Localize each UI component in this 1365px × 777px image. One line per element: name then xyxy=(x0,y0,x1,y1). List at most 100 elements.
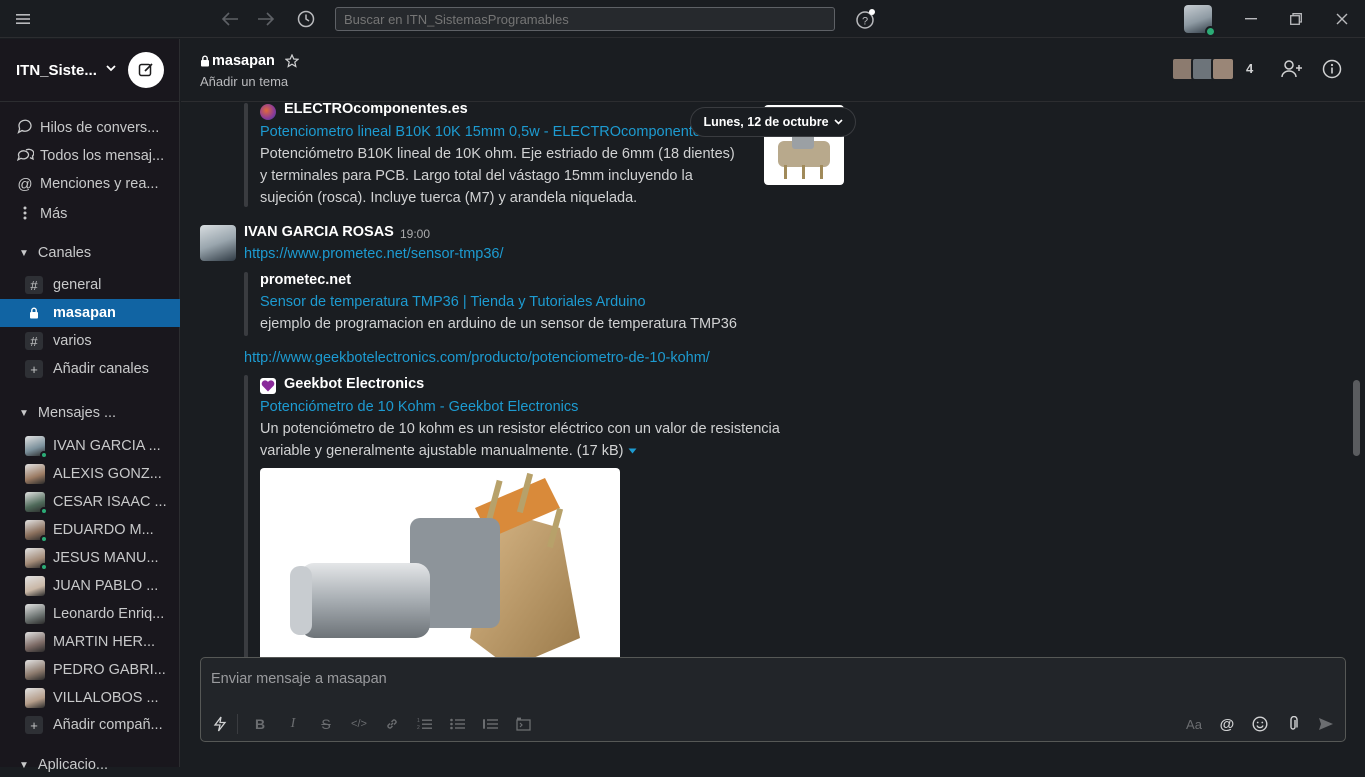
channel-header: masapan Añadir un tema 4 xyxy=(181,39,1365,102)
dm-item[interactable]: MARTIN HER... xyxy=(0,628,180,656)
info-icon[interactable] xyxy=(1322,59,1344,81)
avatar xyxy=(25,492,48,515)
dm-item-label: PEDRO GABRI... xyxy=(53,662,166,678)
mentions-icon: @ xyxy=(17,175,33,193)
hamburger-icon[interactable] xyxy=(14,11,32,27)
lock-icon xyxy=(25,304,43,322)
add-people-icon[interactable] xyxy=(1281,59,1305,81)
avatar xyxy=(25,688,45,708)
workspace-name[interactable]: ITN_Siste... xyxy=(16,62,97,79)
sidebar-item-all-dms[interactable]: Todos los mensaj... xyxy=(0,143,180,169)
avatar xyxy=(25,604,45,624)
help-icon[interactable]: ? xyxy=(853,8,877,30)
dm-item[interactable]: EDUARDO M... xyxy=(0,516,180,544)
svg-text:1: 1 xyxy=(417,718,420,724)
hash-icon: # xyxy=(25,332,43,350)
sidebar-item-label: Añadir compañ... xyxy=(53,717,163,733)
sidebar-item-more[interactable]: Más xyxy=(0,201,180,227)
attachment-title-link[interactable]: Potenciometro lineal B10K 10K 15mm 0,5w … xyxy=(260,124,727,140)
sidebar-item-masapan[interactable]: masapan xyxy=(0,299,180,327)
scrollbar[interactable] xyxy=(1353,380,1360,456)
dm-item[interactable]: ALEXIS GONZ... xyxy=(0,460,180,488)
date-divider[interactable]: Lunes, 12 de octubre xyxy=(690,107,856,137)
attach-icon[interactable] xyxy=(1282,713,1304,735)
message-author[interactable]: IVAN GARCIA ROSAS xyxy=(244,224,394,240)
message-link[interactable]: http://www.geekbotelectronics.com/produc… xyxy=(244,350,710,366)
avatar xyxy=(25,660,45,680)
strikethrough-icon[interactable]: S xyxy=(315,713,337,735)
dms-section-header[interactable]: ▼ Mensajes ... xyxy=(0,401,180,425)
send-icon[interactable] xyxy=(1315,713,1337,735)
compose-button[interactable] xyxy=(128,52,164,88)
attachment-title-link[interactable]: Potenciómetro de 10 Kohm - Geekbot Elect… xyxy=(260,399,578,415)
caret-down-icon: ▼ xyxy=(19,759,29,771)
link-icon[interactable] xyxy=(381,713,403,735)
member-avatars[interactable]: 4 xyxy=(1171,57,1259,83)
presence-dot xyxy=(1205,26,1216,37)
all-dms-icon xyxy=(14,147,36,165)
sidebar-item-label: Añadir canales xyxy=(53,361,149,377)
bullet-list-icon[interactable] xyxy=(447,713,469,735)
ordered-list-icon[interactable]: 12 xyxy=(414,713,436,735)
close-icon[interactable] xyxy=(1334,11,1350,27)
sidebar-item-general[interactable]: # general xyxy=(0,271,180,299)
text-format-toggle[interactable]: Aa xyxy=(1183,713,1205,735)
history-icon[interactable] xyxy=(295,8,317,30)
attachment-title-link[interactable]: Sensor de temperatura TMP36 | Tienda y T… xyxy=(260,294,646,310)
dm-item[interactable]: IVAN GARCIA ... xyxy=(0,432,180,460)
emoji-icon[interactable] xyxy=(1249,713,1271,735)
channel-topic[interactable]: Añadir un tema xyxy=(200,74,288,89)
message-input[interactable]: Enviar mensaje a masapan xyxy=(211,671,387,687)
apps-section-header[interactable]: ▼ Aplicacio... xyxy=(0,753,180,777)
compose-icon xyxy=(138,63,153,77)
plus-icon: + xyxy=(25,716,43,734)
collapse-caret-icon[interactable] xyxy=(628,448,637,454)
sidebar-item-varios[interactable]: # varios xyxy=(0,327,180,355)
shortcuts-icon[interactable] xyxy=(209,713,231,735)
workspace-header[interactable]: ITN_Siste... xyxy=(0,39,180,102)
dm-item[interactable]: VILLALOBOS ... xyxy=(0,684,180,712)
sidebar: ITN_Siste... Hilos de convers... Todos l… xyxy=(0,39,180,773)
add-channels-button[interactable]: + Añadir canales xyxy=(0,355,180,383)
sidebar-item-mentions[interactable]: @ Menciones y rea... xyxy=(0,171,180,197)
avatar[interactable] xyxy=(200,225,236,261)
attachment-description: Un potenciómetro de 10 kohm es un resist… xyxy=(260,421,780,437)
sidebar-item-label: masapan xyxy=(53,305,116,321)
message-timestamp[interactable]: 19:00 xyxy=(400,227,430,241)
more-icon xyxy=(14,206,36,223)
user-avatar[interactable] xyxy=(1184,5,1216,37)
indent-icon[interactable] xyxy=(480,713,502,735)
mention-icon[interactable]: @ xyxy=(1216,713,1238,735)
add-people-button[interactable]: + Añadir compañ... xyxy=(0,711,180,739)
plus-icon: + xyxy=(25,360,43,378)
hash-icon: # xyxy=(25,276,43,294)
search-input[interactable] xyxy=(335,7,835,31)
message-link[interactable]: https://www.prometec.net/sensor-tmp36/ xyxy=(244,246,504,262)
avatar xyxy=(25,576,45,596)
dm-item[interactable]: JUAN PABLO ... xyxy=(0,572,180,600)
bold-icon[interactable]: B xyxy=(249,713,271,735)
avatar xyxy=(25,464,45,484)
forward-arrow-icon[interactable] xyxy=(255,9,277,29)
chevron-down-icon[interactable] xyxy=(106,61,116,75)
attachment-image[interactable] xyxy=(260,468,620,657)
code-icon[interactable]: </> xyxy=(348,713,370,735)
channel-name[interactable]: masapan xyxy=(200,53,299,69)
dm-item[interactable]: CESAR ISAAC ... xyxy=(0,488,180,516)
restore-icon[interactable] xyxy=(1288,11,1304,27)
geekbot-logo-icon xyxy=(260,378,276,394)
message-composer[interactable]: Enviar mensaje a masapan B I S </> 12 Aa… xyxy=(200,657,1346,742)
avatar xyxy=(25,520,48,543)
back-arrow-icon[interactable] xyxy=(219,9,241,29)
dm-item[interactable]: JESUS MANU... xyxy=(0,544,180,572)
dm-item[interactable]: PEDRO GABRI... xyxy=(0,656,180,684)
sidebar-item-threads[interactable]: Hilos de convers... xyxy=(0,115,180,141)
minimize-icon[interactable] xyxy=(1243,12,1259,26)
code-block-icon[interactable] xyxy=(513,713,535,735)
channels-section-header[interactable]: ▼ Canales xyxy=(0,241,180,265)
lock-icon xyxy=(200,55,210,67)
star-icon[interactable] xyxy=(284,54,299,68)
dm-item[interactable]: Leonardo Enriq... xyxy=(0,600,180,628)
italic-icon[interactable]: I xyxy=(282,713,304,735)
dm-item-label: EDUARDO M... xyxy=(53,522,154,538)
